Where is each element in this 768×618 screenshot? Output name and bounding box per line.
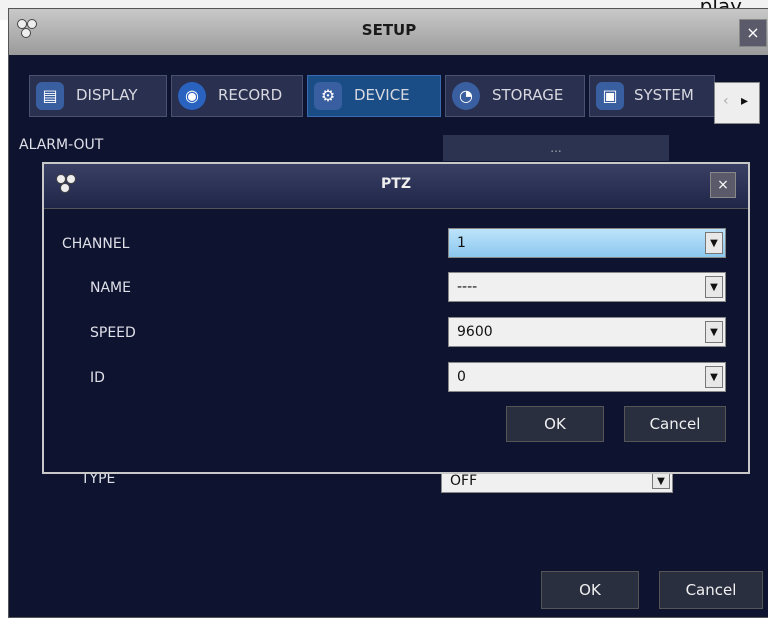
tab-storage[interactable]: ◔ STORAGE [445,75,585,117]
tab-scroll-arrows[interactable]: ‹ ▸ [714,82,760,124]
ptz-title-bar: PTZ × [44,164,748,209]
setup-title: SETUP [361,21,417,39]
ptz-cancel-button[interactable]: Cancel [624,406,726,442]
channel-label: CHANNEL [62,236,130,252]
display-icon: ▤ [36,82,64,110]
speed-select[interactable]: 9600 ▼ [448,317,726,347]
name-select[interactable]: ---- ▼ [448,272,726,302]
ptz-ok-button[interactable]: OK [506,406,604,442]
scroll-left-icon[interactable]: ‹ [723,93,729,109]
id-label: ID [90,370,105,386]
type-select-value: OFF [450,473,478,489]
chevron-down-icon[interactable]: ▼ [705,276,723,298]
setup-close-button[interactable]: × [739,19,767,47]
speed-select-value: 9600 [457,324,493,340]
setup-ok-button[interactable]: OK [541,571,639,609]
scroll-right-icon[interactable]: ▸ [741,93,748,109]
system-icon: ▣ [596,82,624,110]
ptz-title: PTZ [381,176,411,192]
tab-system[interactable]: ▣ SYSTEM [589,75,715,117]
chevron-down-icon[interactable]: ▼ [705,366,723,388]
id-select[interactable]: 0 ▼ [448,362,726,392]
tab-display[interactable]: ▤ DISPLAY [29,75,167,117]
name-select-value: ---- [457,279,478,295]
id-select-value: 0 [457,369,466,385]
setup-title-bar: SETUP × [9,9,768,55]
ptz-dialog: PTZ × CHANNEL 1 ▼ NAME ---- ▼ SPEED 9600… [42,162,750,474]
setup-cancel-button[interactable]: Cancel [659,571,763,609]
channel-select[interactable]: 1 ▼ [448,228,726,258]
storage-icon: ◔ [452,82,480,110]
name-label: NAME [90,280,131,296]
channel-select-value: 1 [457,235,466,251]
tab-storage-label: STORAGE [492,86,564,104]
alarm-out-label: ALARM-OUT [19,137,104,153]
chevron-down-icon[interactable]: ▼ [705,321,723,343]
tab-display-label: DISPLAY [76,86,138,104]
ptz-close-button[interactable]: × [710,172,736,198]
alarm-out-button[interactable]: ... [443,135,669,161]
tab-record[interactable]: ◉ RECORD [171,75,303,117]
chevron-down-icon[interactable]: ▼ [652,473,670,489]
record-icon: ◉ [178,82,206,110]
tab-device[interactable]: ⚙ DEVICE [307,75,441,117]
chevron-down-icon[interactable]: ▼ [705,232,723,254]
tab-device-label: DEVICE [354,86,410,104]
tab-record-label: RECORD [218,86,283,104]
tab-system-label: SYSTEM [634,86,694,104]
speed-label: SPEED [90,325,136,341]
device-gear-icon: ⚙ [314,82,342,110]
